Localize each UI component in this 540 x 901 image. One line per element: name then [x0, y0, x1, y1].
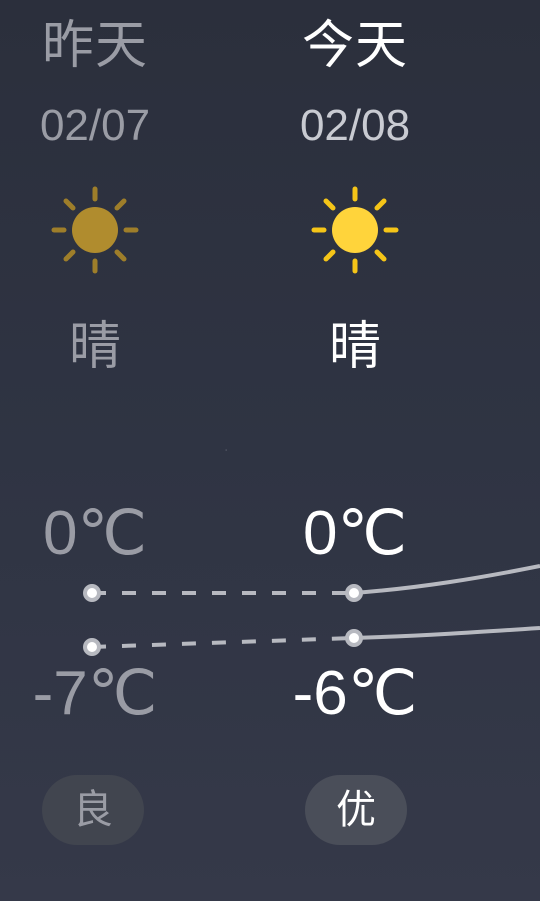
weather-condition: 晴: [328, 317, 381, 377]
day-column-yesterday[interactable]: 昨天 02/07 晴 0℃ -7℃ 良: [0, 0, 190, 901]
sun-icon: [311, 186, 399, 274]
weather-condition: 晴: [68, 317, 121, 377]
date-label: 02/08: [299, 101, 411, 150]
watermark: ⁠⁠·⁠⁠⁠⁠⁠⁠⁠⁠⁠⁠⁠⁠⁠⁠⁠⁠⁠⁠⁠⁠⁠: [224, 443, 229, 459]
day-label: 今天: [301, 16, 408, 76]
air-quality-badge: 良: [42, 775, 144, 845]
high-temperature: 0℃: [42, 499, 148, 568]
low-temperature: -6℃: [292, 659, 418, 728]
high-temperature: 0℃: [302, 499, 408, 568]
date-label: 02/07: [39, 101, 151, 150]
air-quality-badge: 优: [305, 775, 407, 845]
sun-icon: [51, 186, 139, 274]
day-label: 昨天: [41, 16, 148, 76]
low-temperature: -7℃: [32, 659, 158, 728]
